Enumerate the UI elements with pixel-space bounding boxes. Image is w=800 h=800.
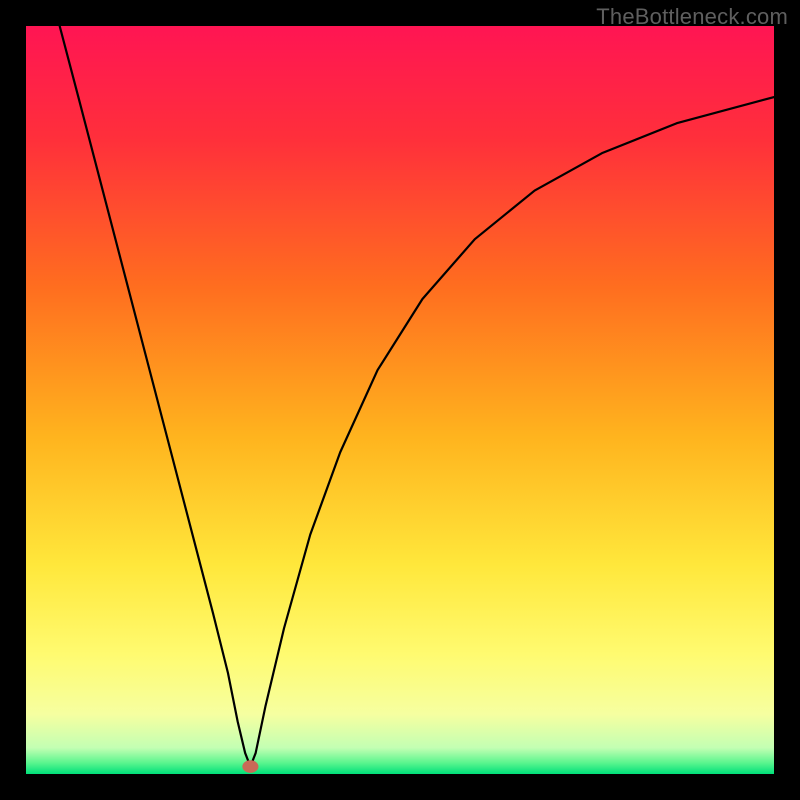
gradient-bg (26, 26, 774, 774)
figure-root: TheBottleneck.com (0, 0, 800, 800)
plot-area (26, 26, 774, 774)
vertex-marker (242, 760, 258, 773)
chart-svg (26, 26, 774, 774)
